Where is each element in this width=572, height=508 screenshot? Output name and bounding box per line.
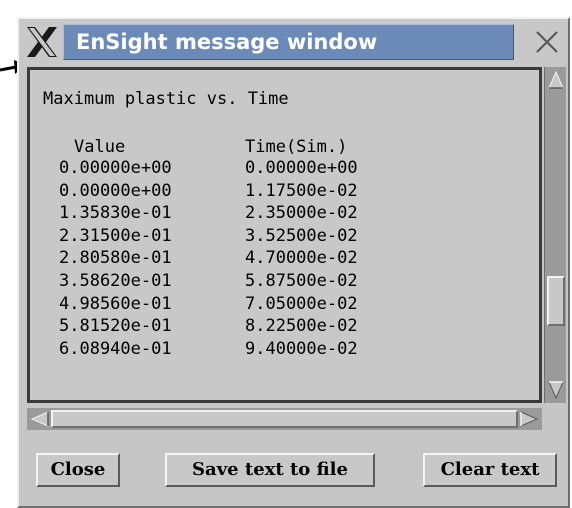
time-cell: 4.70000e-02	[245, 248, 358, 269]
message-window: EnSight message window Maximum plastic v…	[17, 17, 570, 508]
message-text-area-frame: Maximum plastic vs. Time Value Time(Sim.…	[27, 67, 542, 403]
close-button[interactable]: Close	[36, 453, 120, 487]
time-cell: 8.22500e-02	[245, 316, 358, 337]
value-cell: 0.00000e+00	[59, 158, 172, 178]
value-cell: 2.31500e-01	[59, 225, 172, 246]
save-text-to-file-button[interactable]: Save text to file	[165, 453, 375, 487]
column-header-time: Time(Sim.)	[245, 137, 348, 157]
data-row: 4.98560e-01 7.05000e-02	[30, 293, 539, 316]
data-row: 6.08940e-01 9.40000e-02	[30, 338, 539, 361]
time-cell: 0.00000e+00	[245, 158, 358, 178]
value-cell: 5.81520e-01	[59, 316, 172, 337]
value-cell: 6.08940e-01	[59, 338, 172, 359]
data-row: 0.00000e+00 1.17500e-02	[30, 180, 539, 203]
horizontal-scroll-thumb[interactable]	[51, 410, 518, 428]
value-cell: 2.80580e-01	[59, 248, 172, 269]
column-header-value: Value	[74, 137, 126, 157]
data-row: 2.80580e-01 4.70000e-02	[30, 247, 539, 270]
scroll-up-arrow-icon[interactable]	[548, 70, 564, 90]
vertical-scrollbar[interactable]	[544, 67, 566, 403]
data-row: 3.58620e-01 5.87500e-02	[30, 270, 539, 293]
data-row: 1.35830e-01 2.35000e-02	[30, 202, 539, 225]
horizontal-scrollbar[interactable]	[27, 408, 542, 430]
x-window-logo-icon[interactable]	[25, 25, 59, 59]
vertical-scroll-thumb[interactable]	[547, 275, 565, 326]
clear-text-button[interactable]: Clear text	[423, 453, 557, 487]
message-text-area[interactable]: Maximum plastic vs. Time Value Time(Sim.…	[30, 70, 539, 400]
time-cell: 1.17500e-02	[245, 180, 358, 201]
data-row: 5.81520e-01 8.22500e-02	[30, 315, 539, 338]
close-icon[interactable]	[534, 29, 560, 55]
data-rows: 0.00000e+00 0.00000e+00 0.00000e+00 1.17500…	[30, 157, 539, 360]
data-row: 2.31500e-01 3.52500e-02	[30, 225, 539, 248]
time-cell: 9.40000e-02	[245, 338, 358, 359]
message-heading: Maximum plastic vs. Time	[43, 89, 289, 109]
scroll-down-arrow-icon[interactable]	[548, 380, 564, 400]
time-cell: 3.52500e-02	[245, 225, 358, 246]
title-bar[interactable]: EnSight message window	[19, 19, 568, 65]
scroll-right-arrow-icon[interactable]	[519, 411, 539, 427]
time-cell: 2.35000e-02	[245, 203, 358, 224]
value-cell: 4.98560e-01	[59, 293, 172, 314]
title-bar-fill: EnSight message window	[63, 24, 514, 60]
window-title: EnSight message window	[76, 30, 378, 54]
data-row: 0.00000e+00 0.00000e+00	[30, 157, 539, 180]
time-cell: 7.05000e-02	[245, 293, 358, 314]
time-cell: 5.87500e-02	[245, 270, 358, 291]
value-cell: 3.58620e-01	[59, 270, 172, 291]
value-cell: 0.00000e+00	[59, 180, 172, 201]
scroll-left-arrow-icon[interactable]	[30, 411, 50, 427]
value-cell: 1.35830e-01	[59, 203, 172, 224]
